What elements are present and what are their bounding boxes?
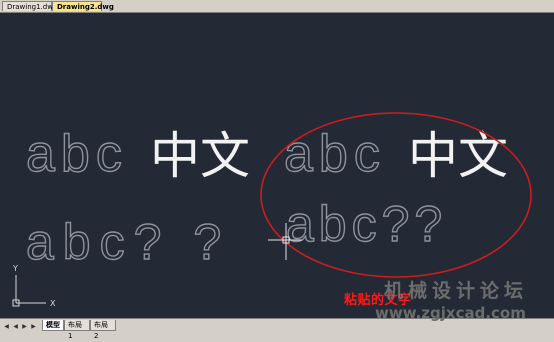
text-row2-left: abc? ?	[26, 214, 230, 270]
ucs-x-label: X	[50, 299, 56, 308]
drawing-svg: abc 中文 abc 中文 abc? ? abc?? Y X	[12, 112, 532, 308]
watermark-url: www.zgjxcad.com	[375, 304, 526, 322]
tab-drawing1[interactable]: Drawing1.dwg	[2, 1, 57, 11]
tab-layout2[interactable]: 布局2	[90, 320, 116, 340]
first-tab-arrow-icon[interactable]: ◀	[3, 323, 10, 330]
cad-window: Drawing1.dwg Drawing2.dwg abc 中文 abc 中文 …	[0, 0, 554, 340]
last-tab-arrow-icon[interactable]: ▶	[30, 323, 37, 330]
text-row1-left-latin: abc	[26, 125, 128, 183]
text-row1-right-cjk: 中文	[408, 127, 508, 185]
text-row1-left-cjk: 中文	[150, 127, 250, 185]
watermark-title: 机械设计论坛	[384, 280, 529, 302]
document-tab-bar: Drawing1.dwg Drawing2.dwg	[0, 0, 554, 13]
tab-drawing2[interactable]: Drawing2.dwg	[52, 1, 114, 11]
ucs-y-label: Y	[12, 264, 18, 273]
text-row2-right: abc??	[286, 196, 447, 252]
tab-model[interactable]: 模型	[42, 320, 64, 331]
text-row1-right-latin: abc	[284, 125, 386, 183]
tab-layout1[interactable]: 布局1	[64, 320, 90, 340]
next-tab-arrow-icon[interactable]: ▶	[21, 323, 28, 330]
drawing-canvas[interactable]: abc 中文 abc 中文 abc? ? abc?? Y X	[0, 13, 554, 318]
prev-tab-arrow-icon[interactable]: ◀	[12, 323, 19, 330]
ucs-icon	[12, 275, 46, 307]
